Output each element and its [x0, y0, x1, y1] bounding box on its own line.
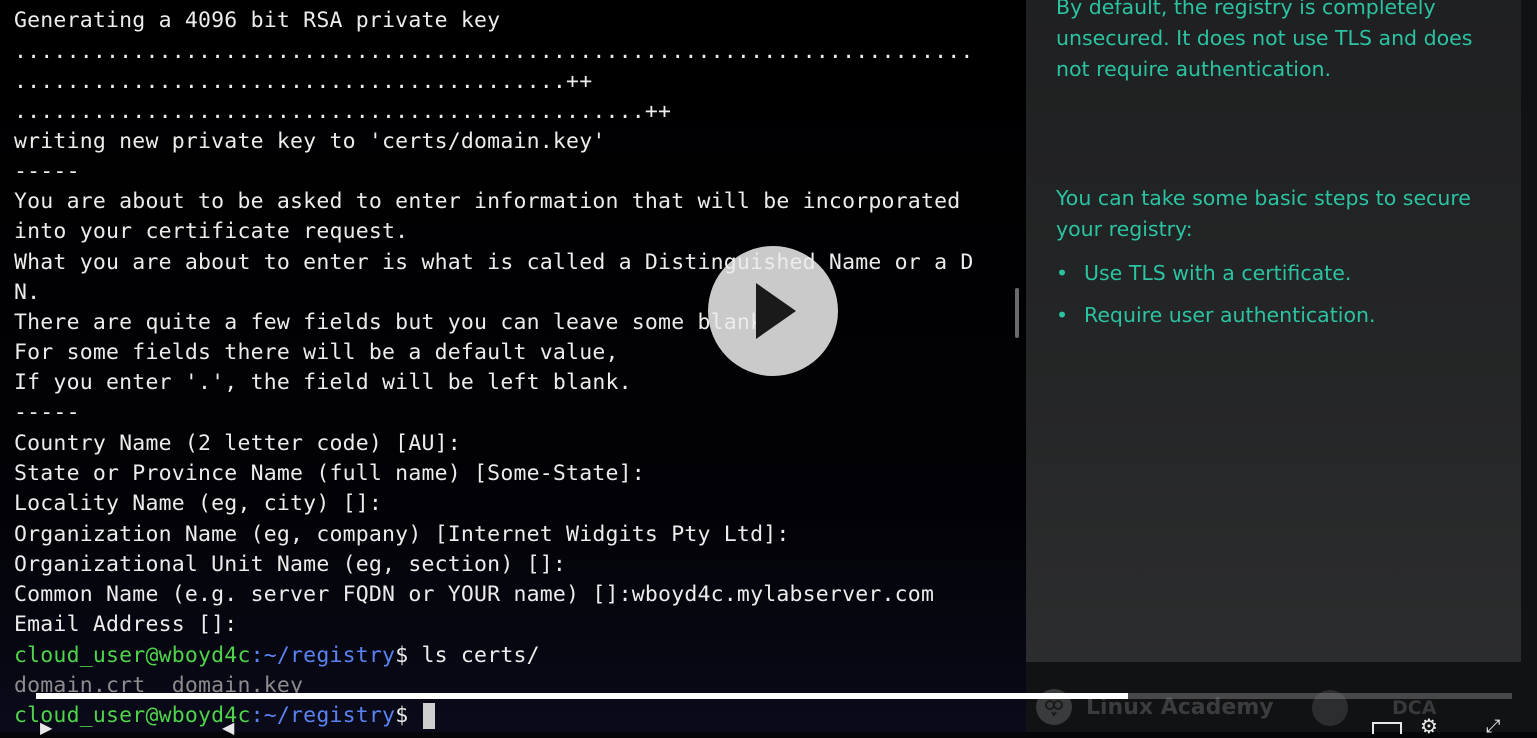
terminal-line: There are quite a few fields but you can… — [14, 310, 764, 335]
video-progress-bar[interactable] — [36, 693, 1512, 699]
fullscreen-icon[interactable]: ⤢ — [1486, 716, 1500, 737]
bullet-text: Require user authentication. — [1084, 303, 1376, 327]
prompt-command: ls certs/ — [421, 643, 540, 668]
terminal-line: writing new private key to 'certs/domain… — [14, 129, 606, 154]
progress-fill — [36, 693, 1129, 699]
terminal-line: What you are about to enter is what is c… — [14, 250, 974, 275]
bullet-dot-icon: • — [1056, 303, 1069, 327]
terminal-line: N. — [14, 280, 41, 305]
settings-gear-icon[interactable]: ⚙ — [1420, 714, 1438, 738]
play-icon — [756, 283, 796, 339]
slide-intro: By default, the registry is completely u… — [1056, 0, 1473, 81]
play-control-icon[interactable]: ▶ — [40, 718, 52, 737]
terminal-line: If you enter '.', the field will be left… — [14, 370, 632, 395]
slide-panel — [1026, 0, 1521, 662]
terminal-line: ........................................… — [14, 69, 593, 94]
bullet-text: Use TLS with a certificate. — [1084, 261, 1352, 285]
terminal-line: You are about to be asked to enter infor… — [14, 189, 961, 214]
prompt-symbol: $ — [395, 703, 422, 728]
terminal-line: State or Province Name (full name) [Some… — [14, 461, 645, 486]
terminal-line: Country Name (2 letter code) [AU]: — [14, 431, 461, 456]
terminal-line: For some fields there will be a default … — [14, 340, 619, 365]
terminal-line: Email Address []: — [14, 612, 238, 637]
slide-bullet: • Require user authentication. — [1056, 300, 1376, 330]
terminal-prompt: cloud_user@wboyd4c:~/registry$ ls certs/ — [14, 641, 540, 671]
terminal-line: ........................................… — [14, 39, 974, 64]
terminal-line: ----- — [14, 400, 80, 425]
prompt-path: :~/registry — [250, 703, 396, 728]
slide-bullet: • Use TLS with a certificate. — [1056, 258, 1351, 288]
play-button[interactable] — [708, 246, 838, 376]
bullet-dot-icon: • — [1056, 261, 1069, 285]
terminal-window[interactable]: Generating a 4096 bit RSA private key ..… — [0, 0, 1026, 732]
terminal-line: Organization Name (eg, company) [Interne… — [14, 522, 790, 547]
prompt-symbol: $ — [395, 643, 422, 668]
terminal-line: ........................................… — [14, 99, 672, 124]
terminal-cursor — [423, 703, 436, 729]
volume-icon[interactable]: ◀ — [222, 718, 234, 737]
terminal-line: Organizational Unit Name (eg, section) [… — [14, 552, 567, 577]
terminal-scrollbar[interactable] — [1015, 288, 1019, 338]
terminal-line: ----- — [14, 159, 80, 184]
terminal-line: Common Name (e.g. server FQDN or YOUR na… — [14, 582, 935, 607]
prompt-path: :~/registry — [250, 643, 396, 668]
terminal-line: Locality Name (eg, city) []: — [14, 491, 383, 516]
prompt-user: cloud_user@wboyd4c — [14, 643, 251, 668]
captions-icon[interactable] — [1372, 722, 1402, 734]
terminal-line: into your certificate request. — [14, 219, 409, 244]
terminal-line: Generating a 4096 bit RSA private key — [14, 8, 501, 33]
slide-steps-heading: You can take some basic steps to secure … — [1056, 186, 1471, 241]
